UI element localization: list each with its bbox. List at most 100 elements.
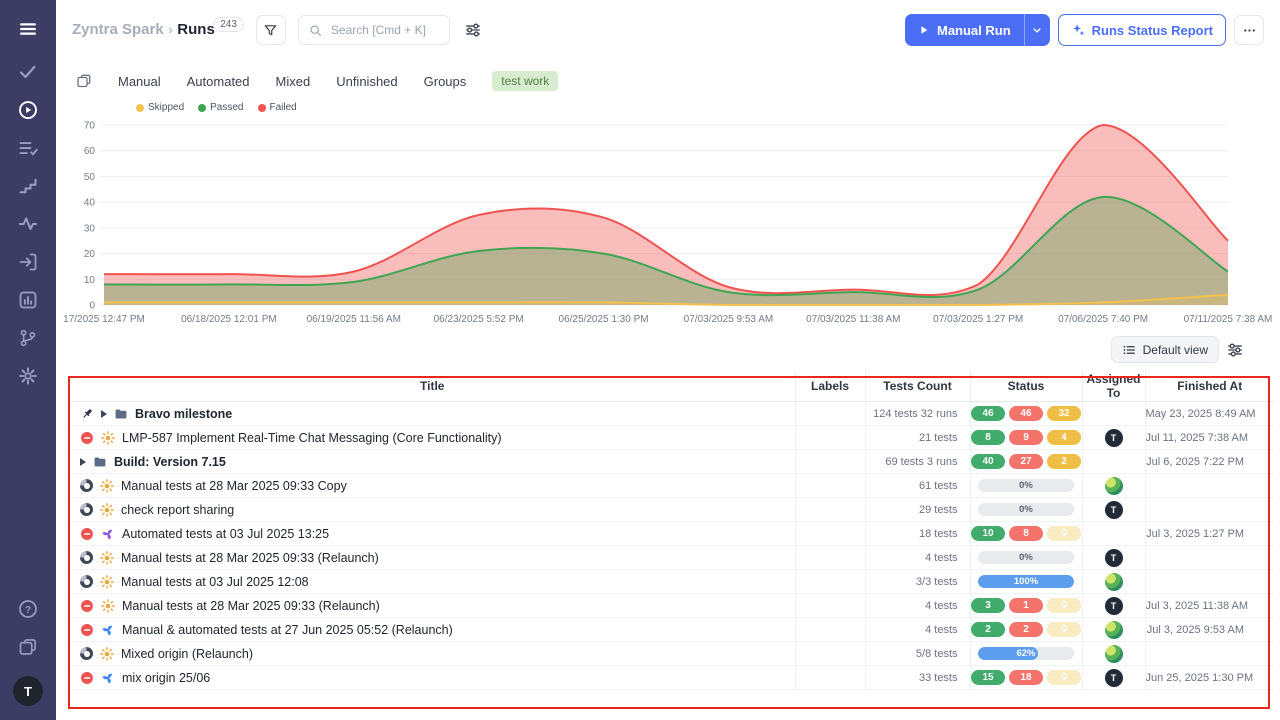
tab-groups[interactable]: Groups: [424, 74, 467, 89]
col-title[interactable]: Title: [70, 371, 795, 402]
assignee-avatar[interactable]: T: [1105, 501, 1123, 519]
status-cell: 220: [970, 618, 1082, 642]
finished-at-cell: [1145, 570, 1274, 594]
gear-icon[interactable]: [18, 366, 38, 386]
assignee-avatar[interactable]: [1105, 477, 1123, 495]
runs-count-badge: 243: [213, 17, 244, 32]
finished-at-cell: [1145, 474, 1274, 498]
steps-icon[interactable]: [18, 176, 38, 196]
svg-text:07/06/2025 7:40 PM: 07/06/2025 7:40 PM: [1058, 314, 1148, 325]
origin-folder-icon: [114, 407, 128, 421]
run-title[interactable]: Manual tests at 03 Jul 2025 12:08: [121, 575, 309, 589]
col-finished-at[interactable]: Finished At: [1145, 371, 1274, 402]
expand-caret-icon[interactable]: [101, 410, 107, 418]
assignee-avatar[interactable]: T: [1105, 597, 1123, 615]
run-title[interactable]: Build: Version 7.15: [114, 455, 226, 469]
origin-manual-icon: [100, 503, 114, 517]
breadcrumb-project[interactable]: Zyntra Spark: [72, 21, 164, 38]
table-row[interactable]: Manual tests at 28 Mar 2025 09:33 (Relau…: [70, 546, 1274, 570]
table-row[interactable]: mix origin 25/0633 tests15180TJun 25, 20…: [70, 666, 1274, 690]
tab-mixed[interactable]: Mixed: [276, 74, 311, 89]
default-view-button[interactable]: Default view: [1111, 336, 1219, 363]
passed-dot: [198, 104, 206, 112]
table-row[interactable]: Mixed origin (Relaunch)5/8 tests62%: [70, 642, 1274, 666]
search-box[interactable]: [298, 15, 450, 45]
filter-tag[interactable]: test work: [492, 71, 558, 91]
table-row[interactable]: Bravo milestone124 tests 32 runs464632Ma…: [70, 402, 1274, 426]
table-row[interactable]: Build: Version 7.1569 tests 3 runs40272J…: [70, 450, 1274, 474]
svg-text:30: 30: [84, 223, 96, 234]
svg-text:07/03/2025 9:53 AM: 07/03/2025 9:53 AM: [684, 314, 774, 325]
runs-status-report-button[interactable]: Runs Status Report: [1058, 14, 1226, 46]
tab-manual[interactable]: Manual: [118, 74, 161, 89]
run-title[interactable]: Mixed origin (Relaunch): [121, 647, 253, 661]
table-row[interactable]: Manual tests at 28 Mar 2025 09:33 Copy61…: [70, 474, 1274, 498]
col-status[interactable]: Status: [970, 371, 1082, 402]
assignee-avatar[interactable]: T: [1105, 669, 1123, 687]
table-row[interactable]: Manual tests at 03 Jul 2025 12:083/3 tes…: [70, 570, 1274, 594]
help-icon[interactable]: ?: [18, 599, 38, 619]
search-settings-button[interactable]: [462, 19, 484, 41]
table-row[interactable]: LMP-587 Implement Real-Time Chat Messagi…: [70, 426, 1274, 450]
run-title[interactable]: Manual tests at 28 Mar 2025 09:33 Copy: [121, 479, 347, 493]
more-button[interactable]: [1234, 15, 1264, 45]
run-title[interactable]: LMP-587 Implement Real-Time Chat Messagi…: [122, 431, 502, 445]
run-title[interactable]: check report sharing: [121, 503, 234, 517]
topbar-right: Manual Run Runs Status Report: [905, 14, 1264, 46]
progress-label: 0%: [978, 551, 1074, 564]
assignee-avatar[interactable]: [1105, 621, 1123, 639]
tab-automated[interactable]: Automated: [187, 74, 250, 89]
finished-at-cell: Jul 6, 2025 7:22 PM: [1145, 450, 1274, 474]
assignee-avatar[interactable]: [1105, 573, 1123, 591]
col-tests-count[interactable]: Tests Count: [865, 371, 970, 402]
run-title[interactable]: Manual tests at 28 Mar 2025 09:33 (Relau…: [122, 599, 380, 613]
table-row[interactable]: Manual tests at 28 Mar 2025 09:33 (Relau…: [70, 594, 1274, 618]
origin-manual-icon: [101, 599, 115, 613]
sidebar-top-icons: [18, 10, 38, 395]
folders-icon[interactable]: [18, 637, 38, 657]
finished-at-cell: Jul 11, 2025 7:38 AM: [1145, 426, 1274, 450]
svg-text:10: 10: [84, 275, 96, 286]
play-circle-icon[interactable]: [18, 100, 38, 120]
table-row[interactable]: Automated tests at 03 Jul 2025 13:2518 t…: [70, 522, 1274, 546]
activity-icon[interactable]: [18, 214, 38, 234]
title-cell: Automated tests at 03 Jul 2025 13:25: [70, 522, 795, 546]
tests-count-cell: 5/8 tests: [865, 642, 970, 666]
finished-at-cell: [1145, 546, 1274, 570]
labels-cell: [795, 594, 865, 618]
table-row[interactable]: check report sharing29 tests0%T: [70, 498, 1274, 522]
list-check-icon[interactable]: [18, 138, 38, 158]
assignee-avatar[interactable]: [1105, 645, 1123, 663]
tab-unfinished[interactable]: Unfinished: [336, 74, 397, 89]
col-assigned-to[interactable]: Assigned To: [1082, 371, 1145, 402]
manual-run-dropdown-button[interactable]: [1024, 14, 1050, 46]
user-avatar[interactable]: T: [13, 676, 43, 706]
export-icon[interactable]: [18, 252, 38, 272]
filter-button[interactable]: [256, 15, 286, 45]
run-title[interactable]: Bravo milestone: [135, 407, 232, 421]
run-failed-icon: [80, 431, 94, 445]
assignee-avatar[interactable]: T: [1105, 429, 1123, 447]
run-title[interactable]: Automated tests at 03 Jul 2025 13:25: [122, 527, 329, 541]
expand-caret-icon[interactable]: [80, 458, 86, 466]
manual-run-button[interactable]: Manual Run: [905, 14, 1024, 46]
finished-at-cell: Jun 25, 2025 1:30 PM: [1145, 666, 1274, 690]
run-title[interactable]: mix origin 25/06: [122, 671, 210, 685]
search-input[interactable]: [329, 22, 439, 38]
view-settings-button[interactable]: [1224, 339, 1246, 361]
menu-icon[interactable]: [18, 19, 38, 39]
check-icon[interactable]: [18, 62, 38, 82]
skipped-badge: 4: [1047, 430, 1081, 445]
status-cell: 0%: [970, 498, 1082, 522]
assignee-avatar[interactable]: T: [1105, 549, 1123, 567]
run-title[interactable]: Manual tests at 28 Mar 2025 09:33 (Relau…: [121, 551, 379, 565]
git-branch-icon[interactable]: [18, 328, 38, 348]
col-labels[interactable]: Labels: [795, 371, 865, 402]
play-icon: [918, 24, 930, 36]
run-title[interactable]: Manual & automated tests at 27 Jun 2025 …: [122, 623, 453, 637]
runs-view-icon[interactable]: [76, 73, 92, 89]
failed-badge: 27: [1009, 454, 1043, 469]
table-row[interactable]: Manual & automated tests at 27 Jun 2025 …: [70, 618, 1274, 642]
bar-chart-icon[interactable]: [18, 290, 38, 310]
svg-text:50: 50: [84, 172, 96, 183]
